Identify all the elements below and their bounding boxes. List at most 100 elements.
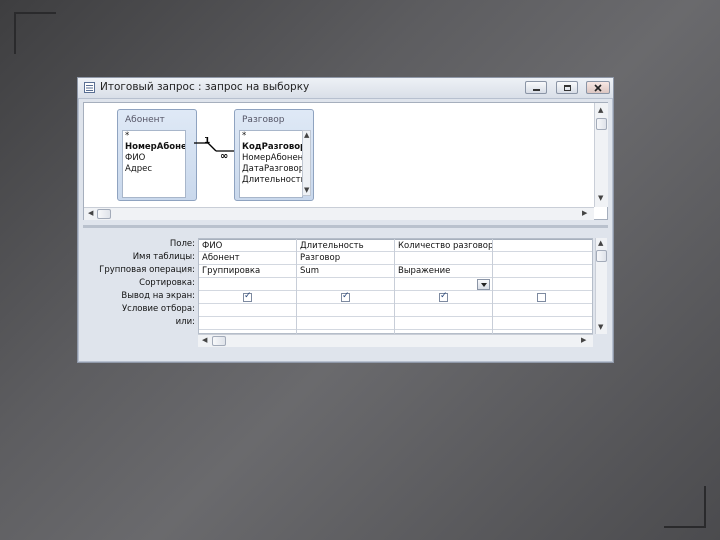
scroll-left-icon[interactable]: ◀ xyxy=(88,210,93,217)
show-checkbox[interactable]: ✓ xyxy=(243,291,252,302)
field-cell[interactable]: ФИО xyxy=(199,239,296,252)
total-cell[interactable]: Sum xyxy=(297,265,394,278)
show-cell[interactable]: ✓ xyxy=(297,291,394,304)
minimize-icon xyxy=(532,89,540,91)
show-checkbox[interactable] xyxy=(537,293,546,302)
total-cell[interactable] xyxy=(493,265,592,278)
upper-vertical-scrollbar[interactable]: ▲ ▼ xyxy=(594,103,608,207)
design-grid-area: Поле: Имя таблицы: Групповая операция: С… xyxy=(83,232,608,347)
query-design-window: Итоговый запрос : запрос на выборку Абон… xyxy=(77,77,614,363)
row-label-show: Вывод на экран: xyxy=(121,291,195,301)
table-cell[interactable] xyxy=(395,252,492,265)
scrollbar-thumb[interactable] xyxy=(97,209,111,219)
field-list-item[interactable]: Адрес xyxy=(123,164,185,175)
table-pane[interactable]: Абонент * НомерАбонента ФИО Адрес 1 ∞ Ра… xyxy=(83,102,608,220)
slide-corner-decoration xyxy=(664,486,706,528)
row-label-criteria: Условие отбора: xyxy=(121,304,195,314)
checkmark-icon: ✓ xyxy=(244,291,252,301)
close-icon xyxy=(594,83,602,92)
criteria-cell[interactable] xyxy=(395,304,492,317)
grid-vertical-scrollbar[interactable]: ▲ ▼ xyxy=(595,238,607,334)
query-icon xyxy=(84,82,95,93)
scroll-up-icon[interactable]: ▲ xyxy=(598,107,603,114)
row-label-total: Групповая операция: xyxy=(99,265,195,275)
total-dropdown-button[interactable] xyxy=(477,279,490,290)
grid-column[interactable]: ФИО Абонент Группировка ✓ xyxy=(199,239,297,334)
scroll-up-icon[interactable]: ▲ xyxy=(598,240,603,247)
table-cell[interactable] xyxy=(493,252,592,265)
sort-cell[interactable] xyxy=(493,278,592,291)
show-checkbox[interactable]: ✓ xyxy=(439,291,448,302)
field-list-item[interactable]: ФИО xyxy=(123,153,185,164)
grid-column[interactable]: Длительность Разговор Sum ✓ xyxy=(297,239,395,334)
scrollbar-thumb[interactable] xyxy=(212,336,226,346)
or-cell[interactable] xyxy=(493,317,592,330)
sort-cell[interactable] xyxy=(297,278,394,291)
maximize-button[interactable] xyxy=(556,81,578,94)
or-cell[interactable] xyxy=(199,317,296,330)
table-cell[interactable]: Абонент xyxy=(199,252,296,265)
show-checkbox[interactable]: ✓ xyxy=(341,291,350,302)
grid-column[interactable] xyxy=(493,239,592,334)
table-box-razgovor[interactable]: Разговор * КодРазговора НомерАбонента Да… xyxy=(234,109,314,201)
field-cell[interactable] xyxy=(493,239,592,252)
total-cell[interactable]: Выражение xyxy=(395,265,492,278)
scrollbar-thumb[interactable] xyxy=(596,250,607,262)
window-title: Итоговый запрос : запрос на выборку xyxy=(100,81,310,93)
sort-cell[interactable] xyxy=(395,278,492,291)
checkmark-icon: ✓ xyxy=(342,291,350,301)
scroll-right-icon[interactable]: ▶ xyxy=(582,210,587,217)
design-grid[interactable]: ФИО Абонент Группировка ✓ Длительность Р… xyxy=(198,238,593,334)
field-list-item[interactable]: * xyxy=(240,131,302,142)
table-cell[interactable]: Разговор xyxy=(297,252,394,265)
table-title: Абонент xyxy=(125,115,165,125)
field-cell[interactable]: Количество разговоров xyxy=(395,239,492,252)
scroll-left-icon[interactable]: ◀ xyxy=(202,337,207,344)
checkmark-icon: ✓ xyxy=(440,291,448,301)
grid-row-labels: Поле: Имя таблицы: Групповая операция: С… xyxy=(83,238,195,329)
criteria-cell[interactable] xyxy=(493,304,592,317)
relationship-line: 1 ∞ xyxy=(194,137,234,161)
maximize-icon xyxy=(563,84,571,91)
relation-many-label: ∞ xyxy=(220,151,228,161)
field-list-item[interactable]: Длительность xyxy=(240,175,302,186)
chevron-down-icon xyxy=(481,283,487,287)
field-cell[interactable]: Длительность xyxy=(297,239,394,252)
title-bar[interactable]: Итоговый запрос : запрос на выборку xyxy=(78,78,613,99)
or-cell[interactable] xyxy=(297,317,394,330)
row-label-field: Поле: xyxy=(169,239,195,249)
field-list-item[interactable]: НомерАбонента xyxy=(240,153,302,164)
scroll-down-icon[interactable]: ▼ xyxy=(598,324,603,331)
field-list-item[interactable]: * xyxy=(123,131,185,142)
row-label-sort: Сортировка: xyxy=(139,278,195,288)
show-cell[interactable]: ✓ xyxy=(199,291,296,304)
total-cell-value: Выражение xyxy=(398,266,451,276)
close-button[interactable] xyxy=(586,81,610,94)
scroll-right-icon[interactable]: ▶ xyxy=(581,337,586,344)
relation-one-label: 1 xyxy=(204,137,210,146)
grid-horizontal-scrollbar[interactable]: ◀ ▶ xyxy=(198,334,593,347)
scroll-down-icon[interactable]: ▼ xyxy=(598,195,603,202)
field-list[interactable]: * КодРазговора НомерАбонента ДатаРазгово… xyxy=(239,130,303,198)
show-cell[interactable] xyxy=(493,291,592,304)
criteria-cell[interactable] xyxy=(297,304,394,317)
field-list-item[interactable]: НомерАбонента xyxy=(123,142,185,153)
show-cell[interactable]: ✓ xyxy=(395,291,492,304)
scroll-up-icon[interactable]: ▲ xyxy=(304,132,309,139)
table-title: Разговор xyxy=(242,115,285,125)
grid-column[interactable]: Количество разговоров Выражение ✓ xyxy=(395,239,493,334)
field-list-scrollbar[interactable]: ▲ ▼ xyxy=(302,130,311,196)
field-list[interactable]: * НомерАбонента ФИО Адрес xyxy=(122,130,186,198)
scroll-down-icon[interactable]: ▼ xyxy=(304,187,309,194)
scrollbar-thumb[interactable] xyxy=(596,118,607,130)
minimize-button[interactable] xyxy=(525,81,547,94)
total-cell[interactable]: Группировка xyxy=(199,265,296,278)
upper-horizontal-scrollbar[interactable]: ◀ ▶ xyxy=(84,207,594,220)
sort-cell[interactable] xyxy=(199,278,296,291)
or-cell[interactable] xyxy=(395,317,492,330)
field-list-item[interactable]: ДатаРазговора xyxy=(240,164,302,175)
pane-splitter[interactable] xyxy=(83,225,608,228)
field-list-item[interactable]: КодРазговора xyxy=(240,142,302,153)
table-box-abonent[interactable]: Абонент * НомерАбонента ФИО Адрес xyxy=(117,109,197,201)
criteria-cell[interactable] xyxy=(199,304,296,317)
